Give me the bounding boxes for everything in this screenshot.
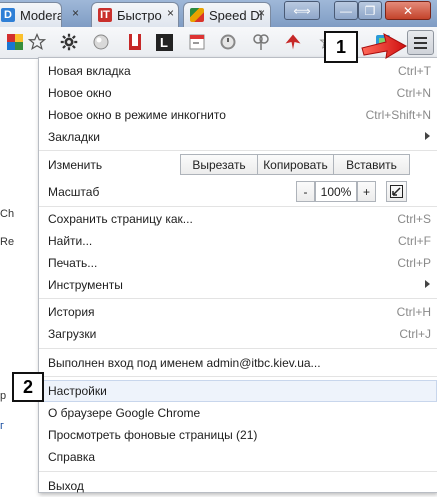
colors-icon[interactable] xyxy=(4,31,26,53)
shortcut-label: Ctrl+F xyxy=(398,234,431,248)
menu-item-settings[interactable]: Настройки xyxy=(39,380,437,402)
menu-separator xyxy=(39,471,437,472)
paste-button[interactable]: Вставить xyxy=(333,154,410,175)
menu-item-label: Новая вкладка xyxy=(48,64,131,78)
page-text: р xyxy=(0,390,7,402)
copy-button[interactable]: Копировать xyxy=(257,154,334,175)
shortcut-label: Ctrl+T xyxy=(398,64,431,78)
callout-one: 1 xyxy=(324,31,358,63)
menu-item-label: Новое окно xyxy=(48,86,112,100)
menu-item-help[interactable]: Справка xyxy=(39,446,437,468)
menu-separator xyxy=(39,150,437,151)
minimize-button[interactable]: — xyxy=(334,1,358,20)
clover-icon[interactable] xyxy=(250,31,272,53)
menu-item-label: Справка xyxy=(48,450,96,464)
page-text: г xyxy=(0,420,5,432)
menu-item-incognito[interactable]: Новое окно в режиме инкогнито Ctrl+Shift… xyxy=(39,104,437,126)
menu-item-label: Новое окно в режиме инкогнито xyxy=(48,108,226,122)
menu-item-exit[interactable]: Выход xyxy=(39,475,437,497)
shortcut-label: Ctrl+J xyxy=(399,327,431,341)
zoom-out-button[interactable]: - xyxy=(296,181,315,202)
red-arrow-icon xyxy=(361,33,408,59)
tab-close-icon[interactable]: × xyxy=(167,6,174,20)
tab-title: Moderat xyxy=(20,7,61,23)
shortcut-label: Ctrl+S xyxy=(397,212,431,226)
page-text: Ch xyxy=(0,208,15,220)
tab-close-icon[interactable]: × xyxy=(258,6,265,20)
gear-icon[interactable] xyxy=(58,31,80,53)
tab-moderat[interactable]: D Moderat xyxy=(0,2,62,27)
menu-item-label: Найти... xyxy=(48,234,93,248)
fullscreen-icon xyxy=(390,185,403,198)
l-icon[interactable]: L xyxy=(153,31,175,53)
shortcut-label: Ctrl+N xyxy=(396,86,431,100)
restore-tabs-icon[interactable]: ⟺ xyxy=(284,1,320,20)
chrome-main-menu: Новая вкладка Ctrl+T Новое окно Ctrl+N Н… xyxy=(38,57,437,493)
ball-icon[interactable] xyxy=(90,31,112,53)
tab-bystro[interactable]: IT Быстро xyxy=(91,2,179,27)
menu-item-print[interactable]: Печать... Ctrl+P xyxy=(39,252,437,274)
menu-item-label: Сохранить страницу как... xyxy=(48,212,193,226)
tab-favicon xyxy=(190,8,204,22)
menu-item-label: Выполнен вход под именем admin@itbc.kiev… xyxy=(48,356,321,370)
menu-item-downloads[interactable]: Загрузки Ctrl+J xyxy=(39,323,437,345)
menu-separator xyxy=(39,348,437,349)
menu-item-label: Выход xyxy=(48,479,84,493)
menu-item-label: Изменить xyxy=(48,158,103,172)
menu-item-save-page[interactable]: Сохранить страницу как... Ctrl+S xyxy=(39,208,437,230)
plane-icon[interactable] xyxy=(282,31,304,53)
chrome-menu-button[interactable] xyxy=(407,30,434,55)
menu-item-label: Загрузки xyxy=(48,327,97,341)
menu-item-bookmarks[interactable]: Закладки xyxy=(39,126,437,148)
menu-icon xyxy=(414,36,427,39)
submenu-arrow-icon xyxy=(425,280,430,288)
page-text: Re xyxy=(0,236,15,248)
shortcut-label: Ctrl+Shift+N xyxy=(365,108,431,122)
tab-strip: D Moderat IT Быстро Speed Di × × × ⟺ — ❐… xyxy=(0,0,437,27)
menu-item-new-window[interactable]: Новое окно Ctrl+N xyxy=(39,82,437,104)
tab-title: Speed Di xyxy=(209,7,263,23)
menu-separator xyxy=(39,376,437,377)
tab-close-icon[interactable]: × xyxy=(72,6,79,20)
fullscreen-button[interactable] xyxy=(386,181,407,202)
menu-item-zoom: Масштаб xyxy=(39,181,437,203)
menu-item-find[interactable]: Найти... Ctrl+F xyxy=(39,230,437,252)
page-background: Ch Re р г xyxy=(0,60,42,493)
calendar-icon[interactable] xyxy=(186,31,208,53)
tab-favicon: D xyxy=(1,8,15,22)
menu-item-label: Масштаб xyxy=(48,185,100,199)
menu-item-background-pages[interactable]: Просмотреть фоновые страницы (21) xyxy=(39,424,437,446)
bookmark-icon[interactable] xyxy=(124,31,146,53)
cut-button[interactable]: Вырезать xyxy=(180,154,258,175)
menu-item-about[interactable]: О браузере Google Chrome xyxy=(39,402,437,424)
tab-favicon: IT xyxy=(98,8,112,22)
shortcut-label: Ctrl+P xyxy=(397,256,431,270)
tab-title: Быстро xyxy=(117,7,162,23)
menu-item-label: Инструменты xyxy=(48,278,123,292)
close-button[interactable]: ✕ xyxy=(385,1,431,20)
callout-two: 2 xyxy=(12,372,44,402)
menu-item-label: Печать... xyxy=(48,256,98,270)
menu-item-label: Закладки xyxy=(48,130,100,144)
menu-separator xyxy=(39,206,437,207)
menu-item-history[interactable]: История Ctrl+H xyxy=(39,301,437,323)
menu-item-tools[interactable]: Инструменты xyxy=(39,274,437,296)
clock-icon[interactable] xyxy=(217,31,239,53)
shortcut-label: Ctrl+H xyxy=(396,305,431,319)
zoom-in-button[interactable]: + xyxy=(357,181,376,202)
menu-item-label: Настройки xyxy=(48,384,107,398)
menu-item-signed-in[interactable]: Выполнен вход под именем admin@itbc.kiev… xyxy=(39,352,437,374)
maximize-button[interactable]: ❐ xyxy=(358,1,382,20)
star-icon[interactable] xyxy=(26,31,48,53)
menu-separator xyxy=(39,298,437,299)
submenu-arrow-icon xyxy=(425,132,430,140)
menu-item-label: История xyxy=(48,305,95,319)
menu-item-label: О браузере Google Chrome xyxy=(48,406,201,420)
zoom-level: 100% xyxy=(315,181,357,202)
menu-item-label: Просмотреть фоновые страницы (21) xyxy=(48,428,258,442)
